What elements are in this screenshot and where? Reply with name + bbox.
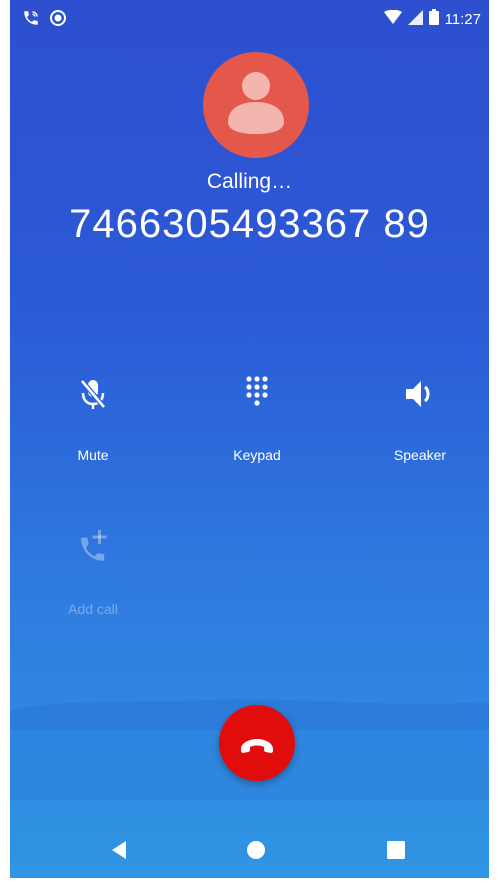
navigation-bar — [10, 818, 489, 878]
status-bar: 11:27 — [10, 0, 489, 36]
hang-up-icon — [241, 739, 273, 753]
end-call-button[interactable] — [219, 705, 295, 781]
wifi-icon — [383, 9, 402, 29]
mic-off-icon — [73, 374, 113, 414]
record-dot-icon — [50, 10, 66, 31]
dialpad-icon — [237, 374, 277, 414]
battery-icon — [428, 9, 439, 29]
mute-button[interactable]: Mute — [33, 374, 153, 484]
add-call-icon — [73, 528, 113, 568]
keypad-button[interactable]: Keypad — [197, 374, 317, 484]
cell-signal-icon — [407, 9, 423, 29]
speaker-button[interactable]: Speaker — [360, 374, 480, 484]
contact-avatar — [203, 52, 309, 158]
speaker-label: Speaker — [393, 447, 447, 463]
back-icon[interactable] — [108, 838, 132, 862]
status-time: 11:27 — [444, 10, 481, 28]
wifi-call-icon — [22, 9, 40, 32]
status-left — [22, 9, 66, 32]
call-status: Calling… — [206, 170, 293, 193]
status-right: 11:27 — [383, 9, 481, 29]
recents-icon[interactable] — [384, 838, 408, 862]
add-call-button[interactable]: Add call — [33, 528, 153, 638]
call-screen: 11:27 Calling… 7466305493367 89 Mute Key… — [10, 0, 489, 878]
home-icon[interactable] — [244, 838, 268, 862]
speaker-icon — [400, 374, 440, 414]
keypad-label: Keypad — [233, 447, 281, 463]
phone-number: 7466305493367 89 — [69, 202, 430, 246]
add-call-label: Add call — [68, 601, 118, 617]
mute-label: Mute — [77, 447, 109, 463]
